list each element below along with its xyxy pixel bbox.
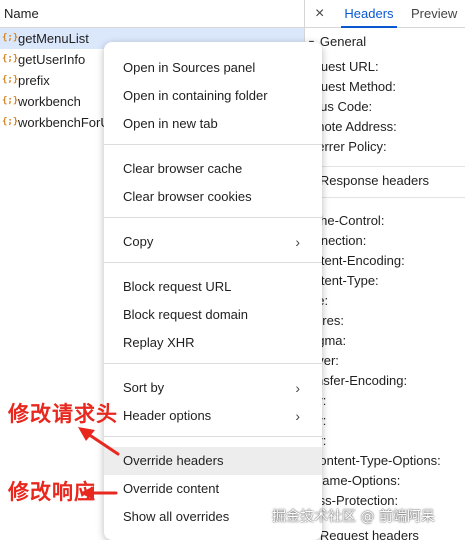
json-file-icon: {;}: [2, 75, 19, 85]
menu-separator: [104, 262, 322, 263]
menu-item-block-request-domain[interactable]: Block request domain: [104, 301, 322, 329]
context-menu: Open in Sources panel Open in containing…: [104, 42, 322, 540]
menu-separator: [104, 144, 322, 145]
request-name: getUserInfo: [18, 52, 86, 67]
menu-separator: [104, 217, 322, 218]
close-icon[interactable]: ×: [315, 4, 324, 24]
menu-item-clear-cookies[interactable]: Clear browser cookies: [104, 183, 322, 211]
request-name: getMenuList: [18, 31, 89, 46]
annotation-override-content: 修改响应: [8, 480, 96, 504]
json-file-icon: {;}: [2, 96, 19, 106]
request-name: prefix: [18, 73, 50, 88]
section-divider: [305, 166, 465, 167]
request-details-panel: × Headers Preview ▼General Request URL:R…: [304, 0, 465, 540]
json-file-icon: {;}: [2, 33, 19, 43]
menu-item-open-in-new-tab[interactable]: Open in new tab: [104, 110, 322, 138]
request-headers-title: Request headers: [319, 528, 419, 540]
chevron-right-icon: ›: [295, 234, 300, 250]
general-section-title: General: [319, 34, 367, 49]
tab-preview[interactable]: Preview: [411, 0, 457, 28]
response-header-key: X-Content-Type-Options:: [304, 453, 441, 468]
annotation-override-headers: 修改请求头: [8, 402, 118, 426]
menu-item-block-request-url[interactable]: Block request URL: [104, 273, 322, 301]
menu-item-replay-xhr[interactable]: Replay XHR: [104, 329, 322, 357]
watermark: 掘金技术社区 @ 前端阿呆: [272, 509, 435, 525]
menu-separator: [104, 436, 322, 437]
menu-item-override-content[interactable]: Override content: [104, 475, 322, 503]
json-file-icon: {;}: [2, 54, 19, 64]
name-column-header[interactable]: Name: [0, 0, 304, 28]
request-headers-toggle[interactable]: ▼Request headers: [305, 525, 465, 540]
menu-item-sort-by[interactable]: Sort by ›: [104, 374, 322, 402]
general-section-toggle[interactable]: ▼General: [305, 31, 465, 53]
menu-separator: [104, 363, 322, 364]
menu-item-open-in-folder[interactable]: Open in containing folder: [104, 82, 322, 110]
menu-item-override-headers[interactable]: Override headers: [104, 447, 322, 475]
tab-headers[interactable]: Headers: [341, 0, 397, 28]
chevron-right-icon: ›: [295, 380, 300, 396]
section-divider: [305, 197, 465, 198]
menu-item-open-in-sources[interactable]: Open in Sources panel: [104, 54, 322, 82]
request-name: workbenchForU: [18, 115, 110, 130]
response-headers-title: Response headers: [319, 173, 430, 188]
menu-item-header-options[interactable]: Header options ›: [104, 402, 322, 430]
response-headers-toggle[interactable]: ▼Response headers: [305, 170, 465, 192]
details-tabbar: × Headers Preview: [305, 0, 465, 28]
chevron-right-icon: ›: [295, 408, 300, 424]
menu-item-clear-cache[interactable]: Clear browser cache: [104, 155, 322, 183]
request-name: workbench: [18, 94, 81, 109]
json-file-icon: {;}: [2, 117, 19, 127]
menu-item-copy[interactable]: Copy ›: [104, 228, 322, 256]
